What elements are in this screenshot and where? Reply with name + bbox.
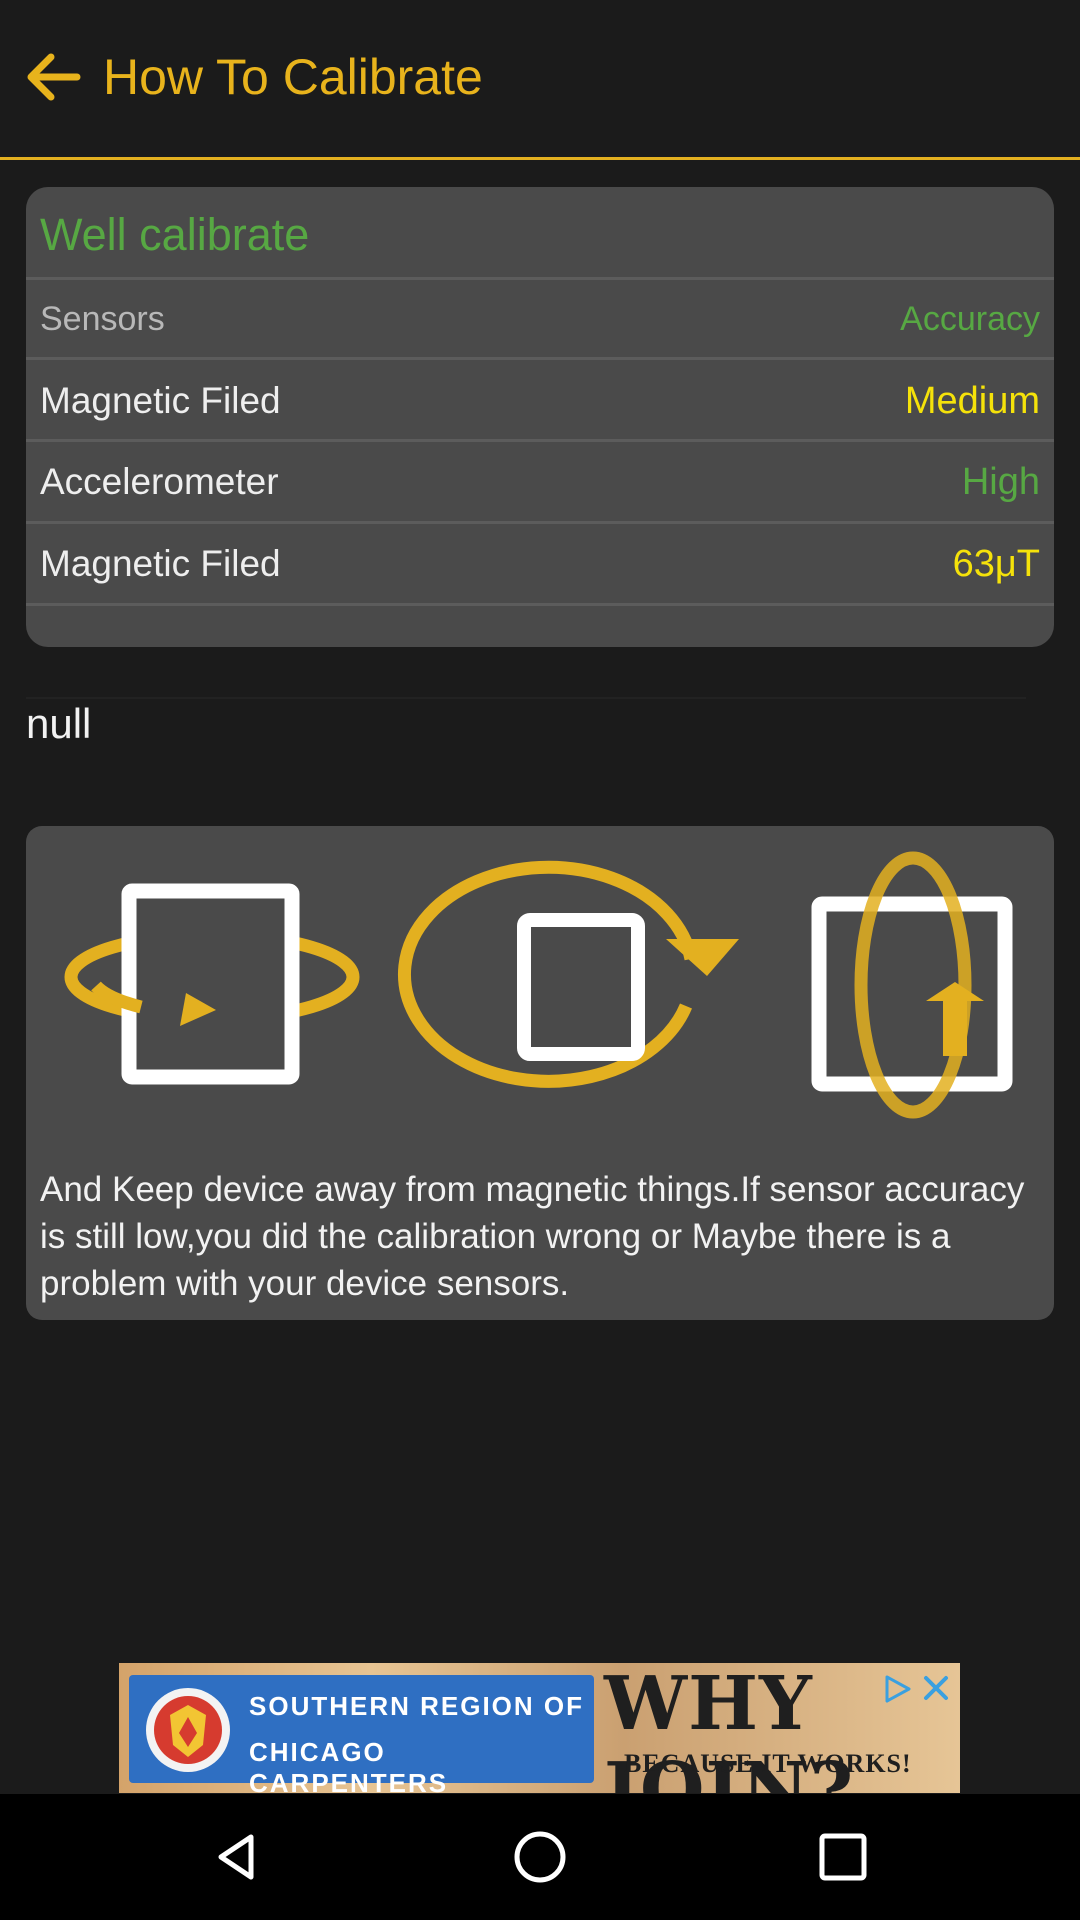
union-seal-icon: [146, 1688, 230, 1772]
divider: [26, 521, 1054, 524]
rotate-horizontal-icon: [64, 883, 360, 1085]
ad-banner[interactable]: SOUTHERN REGION OF CHICAGO CARPENTERS WH…: [119, 1663, 960, 1793]
recents-square-icon: [819, 1833, 867, 1881]
ad-logo-panel: SOUTHERN REGION OF CHICAGO CARPENTERS: [129, 1675, 594, 1793]
page-title: How To Calibrate: [103, 49, 483, 105]
sensor-row-label: Accelerometer: [40, 461, 279, 502]
calibration-status-card: Well calibrate Sensors Accuracy Magnetic…: [26, 187, 1054, 647]
home-circle-icon: [514, 1831, 566, 1883]
divider: [26, 357, 1054, 360]
nav-home-button[interactable]: [500, 1817, 580, 1897]
nav-recents-button[interactable]: [803, 1817, 883, 1897]
ad-info-icon[interactable]: [881, 1673, 913, 1705]
rotate-flat-icon: [398, 860, 739, 1088]
arrow-left-icon: [27, 53, 81, 101]
divider: [26, 277, 1054, 280]
ad-subline: BECAUSE IT WORKS!: [624, 1749, 912, 1778]
back-button[interactable]: [18, 42, 88, 112]
instructions-text: And Keep device away from magnetic thing…: [40, 1170, 1025, 1303]
sensor-row-label: Magnetic Filed: [40, 380, 281, 421]
rotate-vertical-icon: [811, 851, 1013, 1119]
divider: [26, 697, 1026, 699]
sensor-row-label: Magnetic Filed: [40, 543, 281, 584]
back-triangle-icon: [218, 1834, 254, 1880]
calibration-instructions-card: And Keep device away from magnetic thing…: [26, 826, 1054, 1320]
calibration-status-title: Well calibrate: [40, 209, 310, 260]
system-navigation-bar: [0, 1794, 1080, 1920]
divider: [26, 439, 1054, 442]
sensor-row-value: High: [961, 461, 1040, 503]
calibration-illustration: [64, 851, 1013, 1119]
sensors-header: Sensors: [40, 300, 165, 338]
sensor-row-value: 63μT: [952, 543, 1040, 585]
nav-back-button[interactable]: [197, 1817, 277, 1897]
accuracy-header: Accuracy: [900, 300, 1040, 338]
divider: [26, 603, 1054, 606]
sensor-row-value: Medium: [904, 380, 1040, 422]
null-label: null: [26, 700, 92, 747]
ad-close-icon[interactable]: [919, 1671, 953, 1705]
app-bar: How To Calibrate: [0, 0, 1080, 160]
ad-text: CHICAGO CARPENTERS: [249, 1737, 449, 1793]
ad-text: SOUTHERN REGION OF: [249, 1691, 585, 1721]
